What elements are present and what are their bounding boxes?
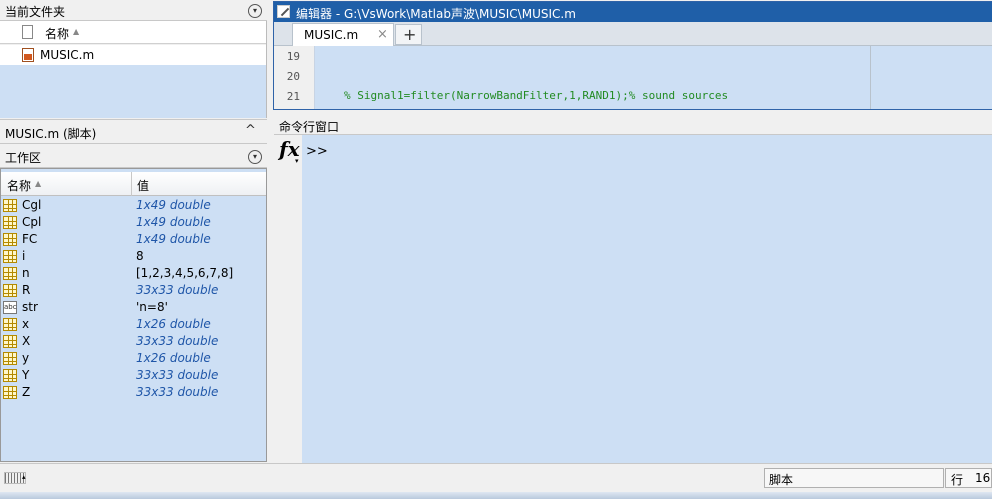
current-folder-panel: 名称 ▲ MUSIC.m (0, 21, 267, 118)
matrix-icon (3, 216, 17, 229)
fx-dropdown-icon[interactable]: ▾ (295, 157, 299, 165)
plus-icon: + (403, 25, 417, 44)
status-row-label: 行 (951, 473, 964, 487)
string-icon: abc (3, 301, 17, 314)
workspace-row[interactable]: i 8 (1, 248, 265, 265)
command-gutter (274, 135, 302, 463)
workspace-row[interactable]: Z 33x33 double (1, 384, 265, 401)
workspace-row[interactable]: n [1,2,3,4,5,6,7,8] (1, 265, 265, 282)
matrix-icon (3, 250, 17, 263)
matrix-icon (3, 199, 17, 212)
blank-file-icon (22, 25, 33, 39)
matrix-icon (3, 284, 17, 297)
add-tab-button[interactable]: + (395, 24, 422, 45)
status-row-value: 16 (975, 471, 991, 485)
workspace-row[interactable]: Cpl 1x49 double (1, 214, 265, 231)
matrix-icon (3, 352, 17, 365)
tab-music-m[interactable]: MUSIC.m × (292, 23, 394, 46)
command-window-title: 命令行窗口 (279, 120, 340, 134)
workspace-panel: 名称 ▲ 值 Cgl 1x49 double Cpl 1x49 double F… (0, 168, 267, 462)
workspace-row[interactable]: R 33x33 double (1, 282, 265, 299)
workspace-row[interactable]: X 33x33 double (1, 333, 265, 350)
status-menu-arrow[interactable]: ▴ (22, 473, 26, 481)
chevron-up-icon[interactable]: ^ (245, 123, 256, 138)
sort-ascending-icon: ▲ (73, 27, 80, 36)
line-number: 20 (286, 70, 300, 83)
status-position-box: 行 16 (945, 468, 992, 488)
matrix-icon (3, 369, 17, 382)
status-mode: 脚本 (769, 473, 794, 487)
code-line[interactable]: % Signal1=filter(NarrowBandFilter,1,RAND… (344, 89, 728, 102)
editor-right-margin (870, 46, 871, 109)
workspace-col-name[interactable]: 名称 (7, 177, 31, 194)
edit-pencil-icon (277, 5, 290, 18)
matrix-icon (3, 318, 17, 331)
editor-tabbar: MUSIC.m × + (274, 22, 992, 46)
sort-ascending-icon: ▲ (35, 179, 42, 188)
workspace-row[interactable]: FC 1x49 double (1, 231, 265, 248)
matrix-icon (3, 233, 17, 246)
command-window-header: 命令行窗口 (274, 115, 992, 135)
close-icon[interactable]: × (377, 27, 388, 42)
details-bar[interactable]: MUSIC.m (脚本) ^ (0, 119, 267, 144)
tab-label: MUSIC.m (304, 28, 359, 42)
chevron-down-icon[interactable]: ▾ (248, 4, 262, 18)
workspace-column-header: 名称 ▲ 值 (1, 172, 266, 196)
matrix-icon (3, 386, 17, 399)
status-mode-box: 脚本 (764, 468, 944, 488)
line-number: 21 (286, 90, 300, 103)
file-name: MUSIC.m (40, 48, 95, 62)
workspace-row[interactable]: x 1x26 double (1, 316, 265, 333)
folder-column-name: 名称 (45, 27, 70, 41)
folder-column-header[interactable]: 名称 ▲ (0, 21, 266, 44)
folder-empty-area (0, 65, 266, 118)
workspace-title: 工作区 (5, 151, 42, 165)
editor-titlebar[interactable]: 编辑器 - G:\VsWork\Matlab声波\MUSIC\MUSIC.m (274, 2, 992, 22)
editor-title: 编辑器 - G:\VsWork\Matlab声波\MUSIC\MUSIC.m (296, 7, 576, 21)
workspace-col-value[interactable]: 值 (137, 177, 149, 194)
workspace-row[interactable]: Y 33x33 double (1, 367, 265, 384)
workspace-row[interactable]: y 1x26 double (1, 350, 265, 367)
column-divider[interactable] (131, 172, 132, 196)
current-folder-header: 当前文件夹 ▾ (0, 0, 267, 21)
file-row[interactable]: MUSIC.m (0, 45, 266, 65)
status-bar: ▴ 脚本 行 16 (0, 463, 992, 492)
command-window[interactable]: fx ▾ >> (274, 135, 992, 463)
chevron-down-icon[interactable]: ▾ (248, 150, 262, 164)
current-folder-title: 当前文件夹 (5, 5, 66, 19)
details-label: MUSIC.m (脚本) (5, 127, 97, 141)
line-number: 19 (286, 50, 300, 63)
matrix-icon (3, 335, 17, 348)
m-file-icon (22, 48, 34, 62)
bottom-scroll-strip (0, 492, 992, 499)
command-prompt: >> (306, 144, 328, 159)
matrix-icon (3, 267, 17, 280)
workspace-header: 工作区 ▾ (0, 146, 267, 168)
workspace-row[interactable]: abc str 'n=8' (1, 299, 265, 316)
workspace-row[interactable]: Cgl 1x49 double (1, 197, 265, 214)
